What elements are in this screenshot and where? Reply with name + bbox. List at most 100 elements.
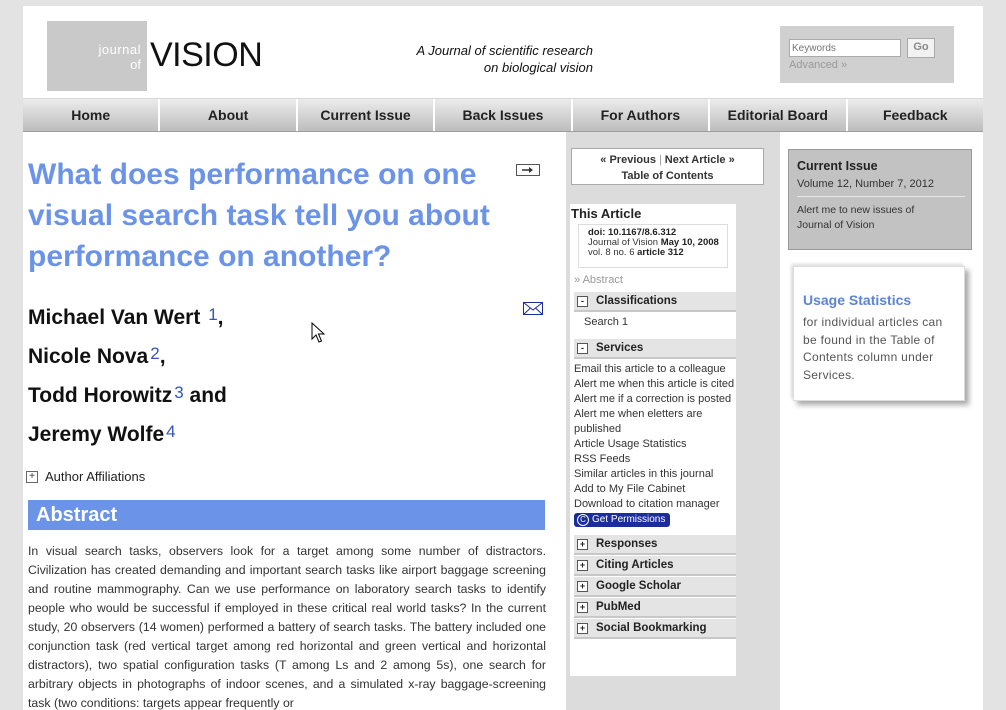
alert-new-issues-link[interactable]: Alert me to new issues of Journal of Vis… xyxy=(797,203,937,233)
table-of-contents-link[interactable]: Table of Contents xyxy=(621,170,713,182)
classifications-header[interactable]: - Classifications xyxy=(574,292,736,312)
service-alert-eletters[interactable]: Alert me when eletters are published xyxy=(574,407,736,437)
author-suffix: , xyxy=(159,345,166,368)
service-usage-statistics[interactable]: Article Usage Statistics xyxy=(574,437,736,452)
divider xyxy=(797,196,965,197)
service-similar-articles[interactable]: Similar articles in this journal xyxy=(574,467,736,482)
tagline-line-1: A Journal of scientific research xyxy=(416,43,593,58)
previous-link[interactable]: « Previous xyxy=(600,154,656,166)
services-label: Services xyxy=(596,341,644,354)
prev-next-box: « Previous | Next Article » Table of Conte… xyxy=(571,148,764,185)
author-suffix: , xyxy=(217,306,224,329)
citing-articles-header[interactable]: + Citing Articles xyxy=(574,556,736,576)
tagline: A Journal of scientific research on biol… xyxy=(363,42,593,76)
citation-box: doi: 10.1167/8.6.312 Journal of Vision M… xyxy=(578,224,728,268)
current-issue-heading[interactable]: Current Issue xyxy=(797,158,971,174)
forward-arrow-icon[interactable] xyxy=(516,164,540,176)
pubmed-label: PubMed xyxy=(596,600,641,613)
author-3: Todd Horowitz 3 and xyxy=(28,373,227,412)
nav-for-authors[interactable]: For Authors xyxy=(573,99,711,131)
affiliation-link[interactable]: 2 xyxy=(150,344,159,363)
logo-journal-text: journal xyxy=(98,42,141,57)
search-box: Go Advanced » xyxy=(780,26,954,83)
usage-statistics-text: for individual articles can be found in … xyxy=(803,315,943,382)
nav-home[interactable]: Home xyxy=(23,99,161,131)
mouse-cursor-icon xyxy=(311,321,326,343)
service-citation-manager[interactable]: Download to citation manager xyxy=(574,497,736,512)
tagline-line-2: on biological vision xyxy=(483,60,593,75)
get-permissions-button[interactable]: C Get Permissions xyxy=(574,513,671,527)
nav-editorial-board[interactable]: Editorial Board xyxy=(710,99,848,131)
classifications-label: Classifications xyxy=(596,294,678,307)
services-list: Email this article to a colleague Alert … xyxy=(574,362,736,527)
social-bookmarking-header[interactable]: + Social Bookmarking xyxy=(574,619,736,639)
current-issue-volume[interactable]: Volume 12, Number 7, 2012 xyxy=(797,177,971,192)
classification-item[interactable]: Search 1 xyxy=(584,316,628,328)
usage-statistics-heading: Usage Statistics xyxy=(803,292,912,308)
affiliation-link[interactable]: 4 xyxy=(166,422,175,441)
go-button[interactable]: Go xyxy=(907,38,935,58)
collapse-minus-icon[interactable]: - xyxy=(577,342,588,354)
abstract-link[interactable]: » Abstract xyxy=(574,274,623,286)
author-name: Jeremy Wolfe xyxy=(28,423,165,446)
abstract-heading: Abstract xyxy=(28,500,545,530)
article-number: article 312 xyxy=(637,247,684,258)
google-scholar-label: Google Scholar xyxy=(596,579,681,592)
social-bookmarking-label: Social Bookmarking xyxy=(596,621,707,634)
current-issue-box: Current Issue Volume 12, Number 7, 2012 … xyxy=(788,149,972,250)
this-article-box: This Article doi: 10.1167/8.6.312 Journa… xyxy=(570,204,736,676)
author-4: Jeremy Wolfe 4 xyxy=(28,412,227,451)
expand-plus-icon[interactable]: + xyxy=(577,622,588,634)
affiliation-link[interactable]: 3 xyxy=(174,383,183,402)
next-article-link[interactable]: Next Article » xyxy=(665,154,735,166)
expand-plus-icon[interactable]: + xyxy=(577,538,588,550)
article-title: What does performance on one visual sear… xyxy=(28,158,490,273)
logo-vision-text[interactable]: VISION xyxy=(150,38,263,72)
logo-of-text: of xyxy=(130,57,141,72)
nav-back-issues[interactable]: Back Issues xyxy=(435,99,573,131)
nav-current-issue[interactable]: Current Issue xyxy=(298,99,436,131)
main-content: What does performance on one visual sear… xyxy=(23,132,566,710)
article-sidebar: « Previous | Next Article » Table of Conte… xyxy=(566,132,780,710)
author-list: Michael Van Wert 1, Nicole Nova 2, Todd H… xyxy=(28,295,227,451)
author-affiliations-toggle[interactable]: + Author Affiliations xyxy=(26,469,145,484)
separator: | xyxy=(658,154,662,166)
volume-line: vol. 8 no. 6 article 312 xyxy=(588,248,727,258)
service-alert-cited[interactable]: Alert me when this article is cited xyxy=(574,377,736,392)
responses-header[interactable]: + Responses xyxy=(574,535,736,555)
affiliation-link[interactable]: 1 xyxy=(208,305,217,324)
journal-logo[interactable]: journal of xyxy=(47,21,147,91)
author-name: Todd Horowitz xyxy=(28,384,173,407)
expand-plus-icon[interactable]: + xyxy=(577,559,588,571)
keywords-input[interactable] xyxy=(789,39,901,57)
collapse-minus-icon[interactable]: - xyxy=(577,295,588,307)
expand-plus-icon[interactable]: + xyxy=(577,580,588,592)
citing-articles-label: Citing Articles xyxy=(596,558,674,571)
nav-about[interactable]: About xyxy=(160,99,298,131)
service-file-cabinet[interactable]: Add to My File Cabinet xyxy=(574,482,736,497)
email-icon[interactable] xyxy=(523,302,543,315)
usage-statistics-box: Usage Statistics for individual articles… xyxy=(793,266,965,401)
volume-text: vol. 8 no. 6 xyxy=(588,247,638,258)
nav-feedback[interactable]: Feedback xyxy=(848,99,983,131)
pubmed-header[interactable]: + PubMed xyxy=(574,598,736,618)
services-header[interactable]: - Services xyxy=(574,339,736,359)
responses-label: Responses xyxy=(596,537,658,550)
service-rss-feeds[interactable]: RSS Feeds xyxy=(574,452,736,467)
author-affiliations-label: Author Affiliations xyxy=(45,469,146,484)
abstract-text: In visual search tasks, observers look f… xyxy=(28,544,546,710)
author-name: Michael Van Wert xyxy=(28,306,201,329)
get-permissions-label: Get Permissions xyxy=(592,514,666,525)
google-scholar-header[interactable]: + Google Scholar xyxy=(574,577,736,597)
page: journal of VISION A Journal of scientifi… xyxy=(23,6,983,710)
advanced-search-link[interactable]: Advanced » xyxy=(789,59,847,71)
service-alert-correction[interactable]: Alert me if a correction is posted xyxy=(574,392,736,407)
copyright-icon: C xyxy=(577,514,589,526)
service-email-colleague[interactable]: Email this article to a colleague xyxy=(574,362,736,377)
this-article-heading: This Article xyxy=(571,206,642,221)
expand-plus-icon[interactable]: + xyxy=(26,470,38,483)
expand-plus-icon[interactable]: + xyxy=(577,601,588,613)
main-nav: Home About Current Issue Back Issues For… xyxy=(23,98,983,132)
author-name: Nicole Nova xyxy=(28,345,149,368)
author-2: Nicole Nova 2, xyxy=(28,334,227,373)
